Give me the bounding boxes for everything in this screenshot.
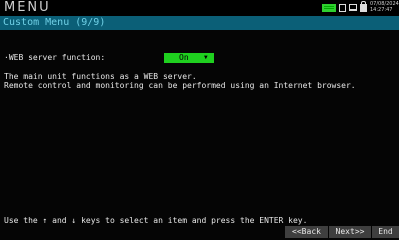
title-bar: MENU 07/08/2024 14:27:47 [0,0,399,16]
lock-icon [360,0,367,12]
menu-title: Custom Menu (9/9) [3,17,106,28]
description-line: The main unit functions as a WEB server. [4,72,197,81]
setting-value: On [179,53,189,62]
chevron-down-icon: ▼ [204,54,208,61]
time-text: 14:27:47 [370,7,393,13]
description-line: Remote control and monitoring can be per… [4,81,356,90]
back-button[interactable]: <<Back [285,226,328,238]
memory-card-icon [339,3,346,12]
page-title: MENU [4,0,51,15]
next-button[interactable]: Next>> [329,226,371,238]
screen-icon [349,4,357,11]
setting-label: ·WEB server function: [4,53,106,62]
status-icons [322,0,367,12]
datetime: 07/08/2024 14:27:47 [370,1,399,13]
key-hint: Use the ↑ and ↓ keys to select an item a… [4,216,308,225]
device-screen: MENU 07/08/2024 14:27:47 Custom Menu (9/… [0,0,399,240]
web-server-select[interactable]: On ▼ [164,53,214,63]
setting-description: The main unit functions as a WEB server.… [4,72,356,90]
menu-header: Custom Menu (9/9) [0,16,399,30]
battery-icon [322,3,336,12]
setting-row-web-server[interactable]: ·WEB server function: On ▼ [4,52,384,64]
end-button[interactable]: End [372,226,399,238]
